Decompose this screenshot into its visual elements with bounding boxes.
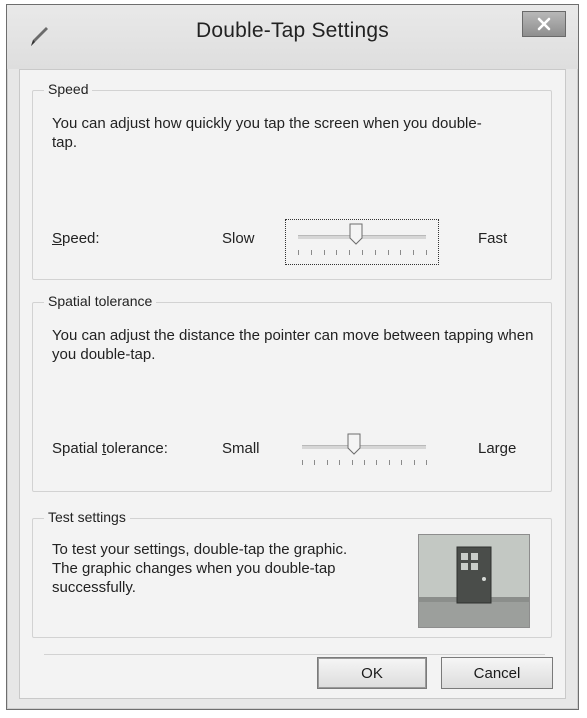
spatial-max-label: Large — [478, 440, 517, 457]
slider-tick — [413, 250, 415, 255]
spatial-group-title: Spatial tolerance — [44, 293, 157, 309]
slider-tick — [302, 460, 303, 465]
footer-divider — [44, 654, 545, 655]
slider-tick — [310, 250, 312, 255]
speed-max-label: Fast — [478, 230, 508, 247]
slider-tick — [388, 460, 390, 465]
slider-tick — [413, 460, 415, 465]
door-icon — [419, 535, 529, 627]
slider-tick — [339, 460, 341, 465]
slider-tick — [298, 250, 299, 255]
slider-tick — [400, 250, 402, 255]
spatial-label-rest: olerance: — [106, 440, 168, 457]
slider-tick — [362, 250, 363, 255]
test-description-line: successfully. — [52, 579, 136, 596]
spatial-min-label: Small — [222, 440, 260, 457]
spatial-slider-thumb[interactable] — [347, 433, 361, 455]
spatial-label-prefix: Spatial — [52, 440, 103, 457]
spatial-tolerance-slider[interactable] — [290, 430, 438, 474]
speed-min-label: Slow — [222, 230, 255, 247]
test-settings-group: Test settings To test your settings, dou… — [32, 509, 552, 638]
slider-tick — [401, 460, 403, 465]
slider-tick — [426, 460, 427, 465]
spatial-description: You can adjust the distance the pointer … — [52, 327, 534, 363]
dialog-window: Double-Tap Settings Speed You can adjust… — [6, 4, 579, 710]
slider-tick — [376, 460, 378, 465]
test-graphic[interactable] — [418, 534, 530, 628]
test-description: To test your settings, double-tap the gr… — [52, 540, 412, 597]
spatial-slider-ticks — [302, 460, 427, 466]
speed-group-title: Speed — [44, 81, 93, 97]
speed-slider[interactable] — [285, 219, 439, 265]
close-icon — [537, 17, 551, 31]
speed-label-rest: peed: — [62, 230, 100, 247]
spatial-tolerance-group: Spatial tolerance You can adjust the dis… — [32, 293, 552, 492]
slider-tick — [426, 250, 427, 255]
speed-slider-ticks — [298, 250, 427, 256]
window-title: Double-Tap Settings — [196, 19, 389, 42]
title-bar[interactable]: Double-Tap Settings — [7, 5, 578, 69]
slider-tick — [374, 250, 376, 255]
speed-group: Speed You can adjust how quickly you tap… — [32, 81, 552, 280]
slider-tick — [364, 460, 365, 465]
cancel-button[interactable]: Cancel — [441, 657, 553, 689]
close-button[interactable] — [522, 11, 566, 37]
slider-tick — [323, 250, 325, 255]
slider-tick — [387, 250, 389, 255]
slider-tick — [326, 460, 328, 465]
spatial-tolerance-label: Spatial tolerance: — [52, 440, 168, 457]
slider-tick — [349, 250, 351, 255]
test-group-title: Test settings — [44, 509, 130, 525]
slider-tick — [336, 250, 338, 255]
speed-slider-thumb[interactable] — [349, 223, 363, 245]
speed-label: Speed: — [52, 230, 100, 247]
ok-button[interactable]: OK — [317, 657, 427, 689]
test-description-line: To test your settings, double-tap the gr… — [52, 541, 348, 558]
speed-description: You can adjust how quickly you tap the s… — [52, 115, 482, 151]
slider-tick — [351, 460, 353, 465]
test-description-line: The graphic changes when you double-tap — [52, 560, 336, 577]
slider-tick — [314, 460, 316, 465]
dialog-content: Speed You can adjust how quickly you tap… — [19, 69, 566, 699]
speed-label-mnemonic: S — [52, 230, 63, 247]
spatial-slider-track — [302, 445, 426, 449]
